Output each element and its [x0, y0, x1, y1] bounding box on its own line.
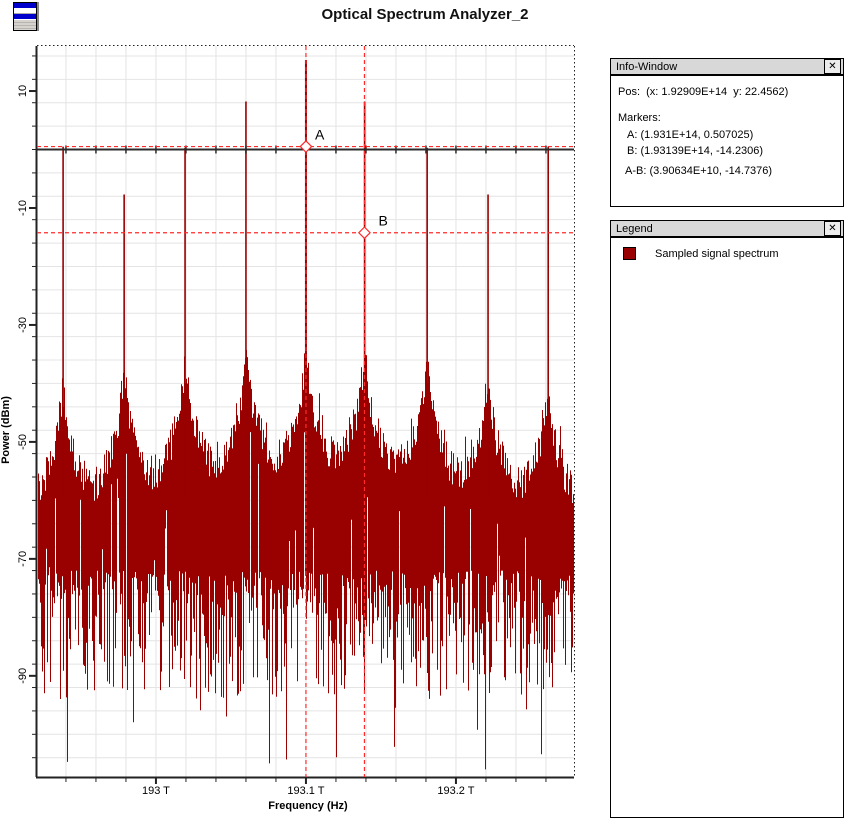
marker-b-readout: B: (1.93139E+14, -14.2306): [618, 143, 837, 159]
marker-b-handle[interactable]: [359, 227, 370, 238]
x-axis-title: Frequency (Hz): [268, 800, 348, 812]
pos-value: (x: 1.92909E+14 y: 22.4562): [646, 86, 788, 98]
series-color-swatch: [623, 247, 636, 260]
spectrum-plot-area[interactable]: 10 -10 -30 -50 -70 -90 193 T 193.1 T 193.2 T Powe…: [0, 0, 605, 820]
x-tick-label: 193 T: [142, 785, 170, 797]
y-tick-label: -50: [17, 434, 29, 450]
y-axis-title: Power (dBm): [0, 396, 12, 464]
y-tick-label: -30: [17, 317, 29, 333]
legend-body: Sampled signal spectrum: [611, 238, 843, 260]
marker-a-readout: A: (1.931E+14, 0.507025): [618, 127, 837, 143]
legend-item: Sampled signal spectrum: [623, 247, 837, 260]
legend-panel: Legend ✕ Sampled signal spectrum: [610, 220, 844, 818]
cursor-position-readout: Pos: (x: 1.92909E+14 y: 22.4562): [618, 85, 837, 100]
osa-window: Optical Spectrum Analyzer_2 10-10-30-50-…: [0, 0, 850, 820]
info-window-panel: Info-Window ✕ Pos: (x: 1.92909E+14 y: 22…: [610, 58, 844, 207]
info-window-titlebar[interactable]: Info-Window ✕: [611, 59, 843, 76]
marker-delta-readout: A-B: (3.90634E+10, -14.7376): [618, 164, 837, 179]
markers-heading: Markers:: [618, 111, 837, 126]
y-tick-label: 10: [17, 85, 29, 97]
y-tick-label: -90: [17, 668, 29, 684]
y-tick-label: -70: [17, 551, 29, 567]
close-icon[interactable]: ✕: [824, 59, 841, 74]
info-window-body: Pos: (x: 1.92909E+14 y: 22.4562) Markers…: [611, 76, 843, 179]
close-icon[interactable]: ✕: [824, 221, 841, 236]
legend-item-label: Sampled signal spectrum: [655, 248, 779, 260]
y-tick-label: -10: [17, 200, 29, 216]
pos-label: Pos:: [618, 86, 640, 98]
x-tick-label: 193.1 T: [287, 785, 324, 797]
marker-a-label: A: [315, 127, 325, 143]
legend-titlebar[interactable]: Legend ✕: [611, 221, 843, 238]
legend-title: Legend: [616, 223, 824, 235]
x-tick-label: 193.2 T: [437, 785, 474, 797]
info-window-title: Info-Window: [616, 61, 824, 73]
marker-b-label: B: [378, 213, 387, 229]
